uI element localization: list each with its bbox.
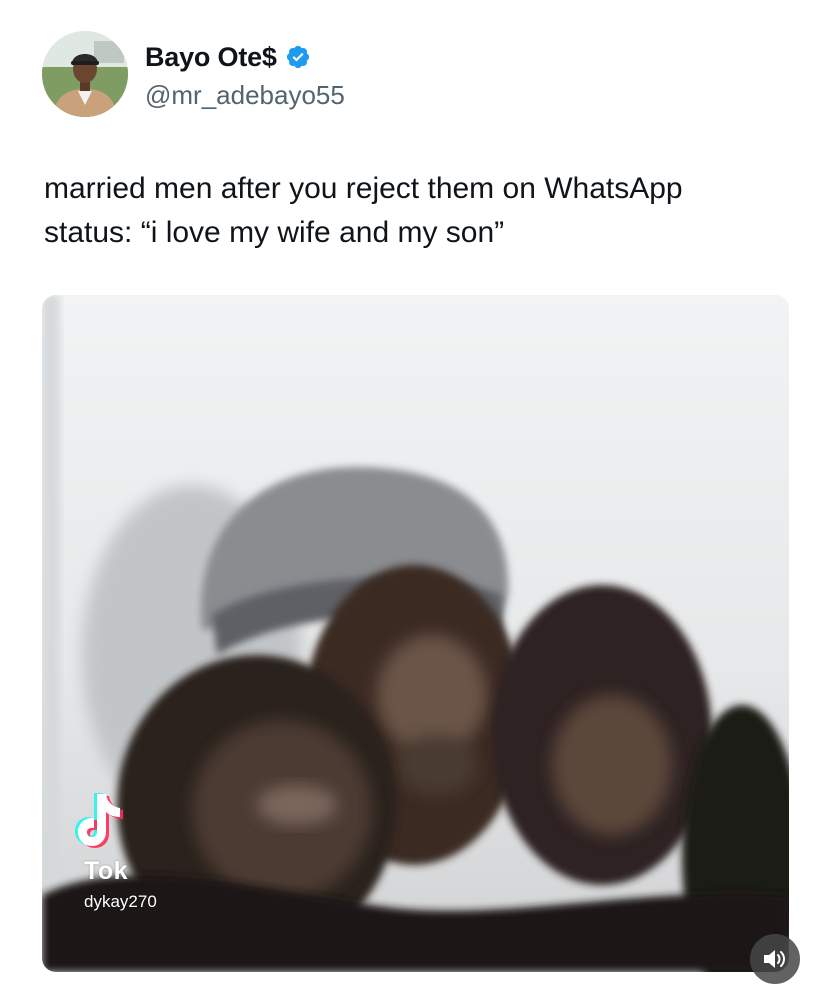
verified-badge-icon bbox=[286, 45, 309, 69]
tweet-media-video[interactable]: Tok dykay270 bbox=[42, 295, 789, 972]
avatar[interactable] bbox=[42, 31, 128, 117]
tiktok-watermark-user: dykay270 bbox=[84, 892, 157, 911]
author-name-row: Bayo Ote$ bbox=[145, 40, 311, 74]
author-handle[interactable]: @mr_adebayo55 bbox=[145, 80, 345, 111]
profile-avatar-image bbox=[42, 31, 128, 117]
volume-button[interactable] bbox=[750, 934, 800, 984]
tweet-text-line-1: married men after you reject them on Wha… bbox=[44, 172, 683, 205]
video-frame-image bbox=[42, 295, 789, 972]
tiktok-logo-icon bbox=[75, 793, 123, 848]
speaker-volume-icon bbox=[764, 950, 785, 968]
tweet-text-line-2: status: “i love my wife and my son” bbox=[44, 216, 505, 249]
tiktok-watermark-brand: Tok bbox=[84, 857, 129, 885]
tweet-text: married men after you reject them on Wha… bbox=[44, 167, 804, 255]
author-display-name[interactable]: Bayo Ote$ bbox=[145, 42, 277, 73]
